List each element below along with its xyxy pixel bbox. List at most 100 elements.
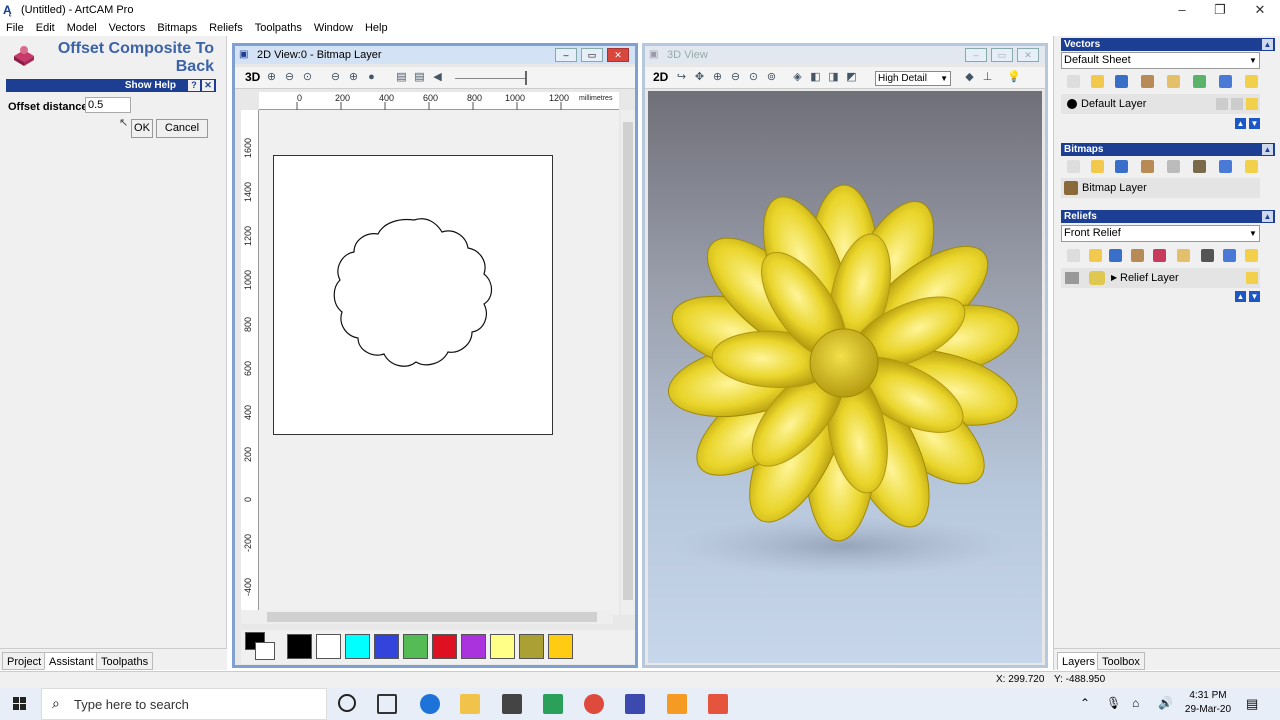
zoom-all-icon[interactable]: ⊚: [765, 71, 778, 84]
vector-sheet-select[interactable]: Default Sheet ▼: [1061, 52, 1260, 69]
menu-model[interactable]: Model: [61, 22, 103, 34]
pencil-icon[interactable]: [1231, 98, 1243, 110]
offset-distance-input[interactable]: [85, 97, 131, 113]
menu-help[interactable]: Help: [359, 22, 394, 34]
menu-window[interactable]: Window: [308, 22, 359, 34]
artcam-taskbar-icon[interactable]: [625, 694, 645, 714]
menu-bitmaps[interactable]: Bitmaps: [151, 22, 203, 34]
merge-icon[interactable]: [1141, 75, 1154, 88]
zoom-box-icon[interactable]: ⊙: [747, 71, 760, 84]
menu-edit[interactable]: Edit: [30, 22, 61, 34]
move-down-icon[interactable]: ▼: [1249, 118, 1260, 129]
autodesk-icon[interactable]: [667, 694, 687, 714]
zoom-out-icon[interactable]: ⊖: [283, 71, 296, 84]
camtasia-icon[interactable]: [543, 694, 563, 714]
bitmap-image-icon[interactable]: [1193, 160, 1206, 173]
relief-3d-render[interactable]: [648, 91, 1042, 663]
new-layer-icon[interactable]: [1067, 160, 1080, 173]
tab-toolbox[interactable]: Toolbox: [1097, 652, 1145, 670]
properties-icon[interactable]: [1167, 75, 1180, 88]
tab-assistant[interactable]: Assistant: [44, 652, 99, 670]
view-3d-window[interactable]: ▣ 3D View – ▭ ✕ 2D ↪ ✥ ⊕ ⊖ ⊙ ⊚ ◈ ◧ ◨ ◩ H…: [642, 43, 1048, 668]
tab-toolpaths[interactable]: Toolpaths: [96, 652, 154, 670]
top-view-icon[interactable]: ◩: [845, 71, 858, 84]
file-explorer-icon[interactable]: [460, 694, 480, 714]
move-up-icon[interactable]: ▲: [1235, 118, 1246, 129]
camtasia-recorder-icon[interactable]: [708, 694, 728, 714]
palette-swatch[interactable]: [519, 634, 544, 659]
ok-button[interactable]: OK: [131, 119, 153, 138]
zoom-box-icon[interactable]: ⊕: [347, 71, 360, 84]
merge-icon[interactable]: [1131, 249, 1144, 262]
secondary-color-swatch[interactable]: [255, 642, 275, 660]
layer-color-dot[interactable]: [1067, 99, 1077, 109]
network-icon[interactable]: ⌂: [1132, 696, 1139, 710]
light-icon[interactable]: [1245, 75, 1258, 88]
delete-icon[interactable]: [1219, 160, 1232, 173]
bitmap-back-icon[interactable]: ◀: [431, 71, 444, 84]
visibility-bulb-icon[interactable]: [1246, 272, 1258, 284]
layer-row-default[interactable]: Default Layer: [1061, 94, 1260, 114]
move-up-icon[interactable]: ▲: [1235, 291, 1246, 302]
relief-image-icon[interactable]: [1201, 249, 1214, 262]
contrast-slider-handle[interactable]: [525, 71, 527, 85]
layer-row-relief[interactable]: ▶ Relief Layer: [1061, 268, 1260, 288]
view-2d-minimize-button[interactable]: –: [555, 48, 577, 62]
palette-swatch[interactable]: [287, 634, 312, 659]
light-icon[interactable]: [1245, 249, 1258, 262]
pan-icon[interactable]: ✥: [693, 71, 706, 84]
tab-layers[interactable]: Layers: [1057, 652, 1101, 670]
zoom-previous-icon[interactable]: ⊖: [329, 71, 342, 84]
menu-file[interactable]: File: [0, 22, 30, 34]
expand-arrow-icon[interactable]: ▶: [1111, 268, 1117, 288]
bitmap-transfer-icon[interactable]: ▤: [413, 71, 426, 84]
palette-swatch[interactable]: [432, 634, 457, 659]
mail-icon[interactable]: [502, 694, 522, 714]
combine-icon[interactable]: [1153, 249, 1166, 262]
view-2d-vertical-scrollbar[interactable]: [621, 110, 635, 615]
bitmap-draw-icon[interactable]: ▤: [395, 71, 408, 84]
new-layer-icon[interactable]: [1067, 249, 1080, 262]
move-down-icon[interactable]: ▼: [1249, 291, 1260, 302]
contrast-slider-track[interactable]: [455, 78, 525, 79]
relief-blend-icon[interactable]: [1089, 271, 1105, 285]
tray-chevron-icon[interactable]: ⌃: [1080, 696, 1090, 710]
scroll-thumb[interactable]: [623, 122, 633, 600]
microphone-icon[interactable]: 🎙: [1106, 696, 1121, 710]
layer-row-bitmap[interactable]: Bitmap Layer: [1061, 178, 1260, 198]
zoom-in-icon[interactable]: ⊕: [711, 71, 724, 84]
light-icon[interactable]: [1245, 160, 1258, 173]
cortana-icon[interactable]: [338, 694, 356, 712]
front-view-icon[interactable]: ◧: [809, 71, 822, 84]
save-icon[interactable]: [1115, 75, 1128, 88]
zoom-out-icon[interactable]: ⊖: [729, 71, 742, 84]
view-3d-minimize-button[interactable]: –: [965, 48, 987, 62]
toggle-3d-button[interactable]: 3D: [245, 70, 260, 84]
volume-icon[interactable]: 🔊: [1158, 696, 1173, 710]
detail-level-select[interactable]: High Detail ▼: [875, 71, 951, 86]
palette-swatch[interactable]: [490, 634, 515, 659]
save-icon[interactable]: [1115, 160, 1128, 173]
maximize-button[interactable]: ❐: [1200, 0, 1240, 19]
cancel-button[interactable]: Cancel: [156, 119, 208, 138]
merge-icon[interactable]: [1141, 160, 1154, 173]
axes-icon[interactable]: ⊥: [981, 71, 994, 84]
edge-browser-icon[interactable]: [420, 694, 440, 714]
palette-swatch[interactable]: [548, 634, 573, 659]
scroll-thumb[interactable]: [267, 612, 597, 622]
palette-swatch[interactable]: [316, 634, 341, 659]
view-3d-titlebar[interactable]: ▣ 3D View – ▭ ✕: [645, 46, 1045, 64]
iso-view-icon[interactable]: ◈: [791, 71, 804, 84]
palette-swatch[interactable]: [461, 634, 486, 659]
tab-project[interactable]: Project: [2, 652, 47, 670]
shading-icon[interactable]: ◆: [963, 71, 976, 84]
view-2d-horizontal-scrollbar[interactable]: [241, 610, 613, 624]
zoom-in-icon[interactable]: ⊕: [265, 71, 278, 84]
help-icon[interactable]: ?: [188, 80, 200, 91]
bitmap-sheet[interactable]: [273, 155, 553, 435]
palette-swatch[interactable]: [403, 634, 428, 659]
flower-relief-model[interactable]: [648, 91, 1042, 663]
palette-swatch[interactable]: [345, 634, 370, 659]
view-3d-close-button[interactable]: ✕: [1017, 48, 1039, 62]
taskbar-clock[interactable]: 4:31 PM 29-Mar-20: [1178, 689, 1238, 717]
